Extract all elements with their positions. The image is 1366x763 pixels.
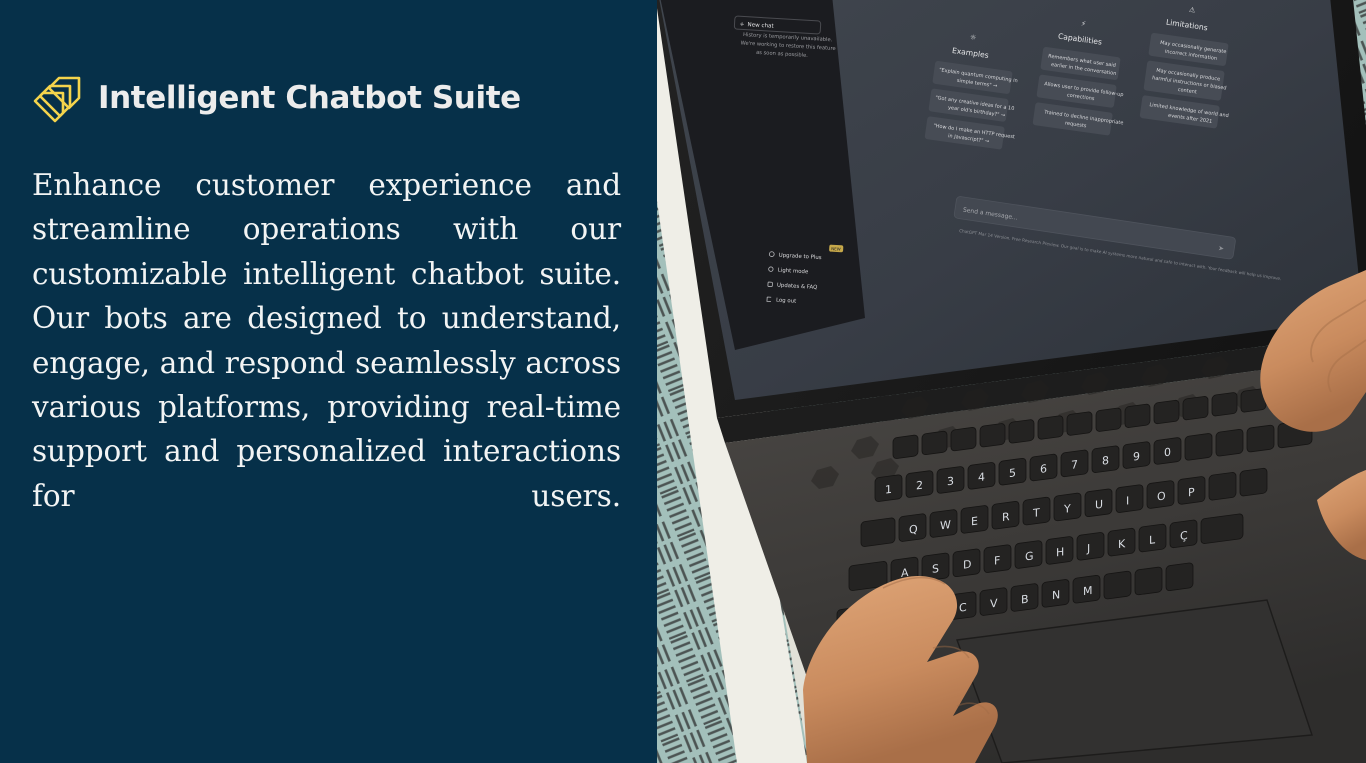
svg-text:2: 2 (916, 479, 923, 493)
svg-text:H: H (1056, 545, 1064, 559)
svg-text:C: C (959, 601, 967, 615)
brand-lockup: Intelligent Chatbot Suite (32, 72, 521, 124)
left-content-panel: Intelligent Chatbot Suite Enhance custom… (0, 0, 657, 763)
svg-text:Log out: Log out (776, 298, 796, 305)
svg-text:E: E (971, 514, 978, 528)
sun-icon: ☼ (969, 33, 976, 42)
svg-text:T: T (1032, 506, 1040, 520)
svg-text:I: I (1126, 494, 1129, 507)
svg-text:1: 1 (885, 483, 892, 497)
svg-text:O: O (1157, 489, 1166, 503)
svg-text:G: G (1025, 549, 1034, 563)
layered-chevron-logo-icon (33, 76, 81, 123)
svg-text:Ç: Ç (1180, 529, 1188, 543)
svg-text:8: 8 (1102, 454, 1109, 468)
svg-text:F: F (994, 554, 1000, 568)
svg-text:4: 4 (978, 470, 985, 484)
svg-text:J: J (1086, 542, 1090, 556)
svg-text:U: U (1095, 498, 1103, 512)
svg-text:P: P (1188, 485, 1195, 499)
svg-text:9: 9 (1133, 450, 1140, 464)
svg-text:NEW: NEW (831, 246, 841, 252)
photo-illustration: + New chat History is temporarily unavai… (657, 0, 1366, 763)
svg-text:R: R (1002, 510, 1010, 524)
svg-text:S: S (932, 562, 939, 576)
body-paragraph: Enhance customer experience and streamli… (32, 168, 621, 513)
svg-text:5: 5 (1009, 466, 1016, 480)
page-title: Intelligent Chatbot Suite (98, 80, 521, 116)
laptop-photo: + New chat History is temporarily unavai… (657, 0, 1366, 763)
svg-text:N: N (1052, 588, 1060, 602)
svg-text:7: 7 (1071, 458, 1078, 472)
svg-text:V: V (990, 597, 998, 611)
plus-icon: + (739, 21, 744, 28)
svg-text:6: 6 (1040, 462, 1047, 476)
svg-text:W: W (940, 518, 951, 532)
svg-text:L: L (1149, 533, 1156, 547)
svg-text:3: 3 (947, 475, 954, 489)
slide-root: Intelligent Chatbot Suite Enhance custom… (0, 0, 1366, 763)
svg-text:Q: Q (909, 522, 918, 536)
svg-text:Y: Y (1063, 502, 1071, 516)
svg-text:B: B (1021, 592, 1029, 606)
svg-text:K: K (1118, 537, 1126, 551)
svg-text:0: 0 (1164, 446, 1171, 460)
svg-text:D: D (963, 558, 971, 572)
svg-text:M: M (1083, 584, 1092, 598)
